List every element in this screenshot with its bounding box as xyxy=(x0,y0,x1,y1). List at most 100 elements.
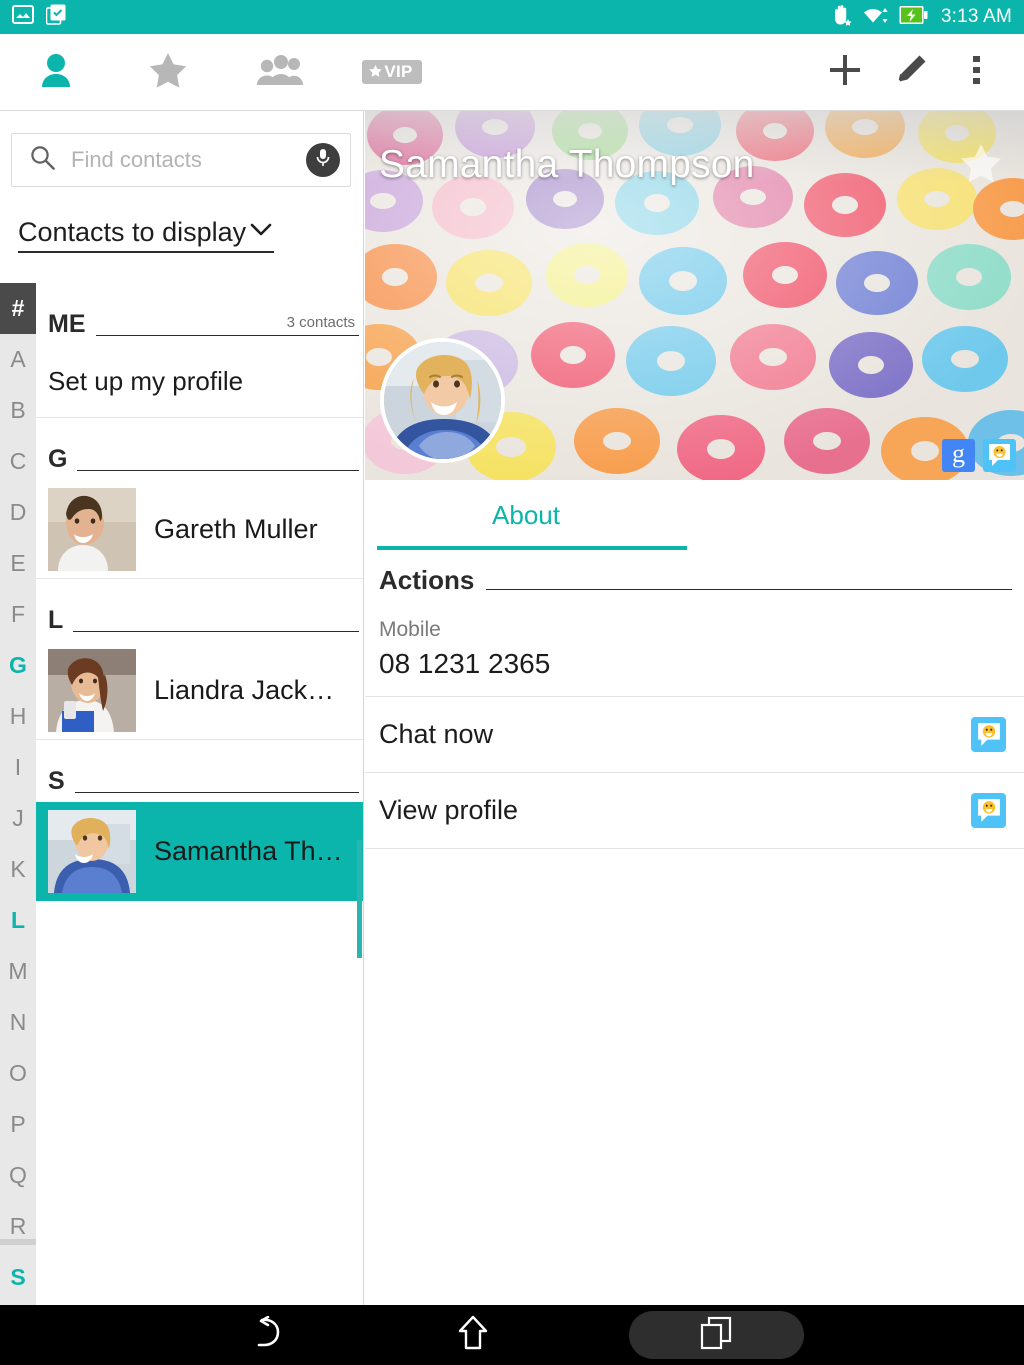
alpha-index-j[interactable]: J xyxy=(0,793,36,844)
contacts-to-display-dropdown[interactable]: Contacts to display xyxy=(18,217,275,253)
status-bar-left-icons xyxy=(12,4,68,30)
alpha-index-l[interactable]: L xyxy=(0,895,36,946)
google-account-badge[interactable]: g xyxy=(942,439,975,472)
section-letter: ME xyxy=(48,310,86,338)
alpha-index-o[interactable]: O xyxy=(0,1048,36,1099)
tab-vip[interactable]: VIP xyxy=(336,34,448,111)
alpha-index-m[interactable]: M xyxy=(0,946,36,997)
alpha-index-c[interactable]: C xyxy=(0,436,36,487)
tab-about[interactable]: About xyxy=(365,480,687,550)
hangouts-icon xyxy=(971,793,1006,828)
hangouts-icon xyxy=(971,717,1006,752)
plus-icon xyxy=(828,53,862,92)
alpha-index-q[interactable]: Q xyxy=(0,1150,36,1201)
alphabet-index[interactable]: # A B C D E F G H I J K L M N O P Q R S xyxy=(0,283,36,1305)
section-letter: G xyxy=(48,445,68,473)
cover-photo[interactable]: Samantha Thompson g xyxy=(365,111,1024,480)
voice-search-button[interactable] xyxy=(306,143,340,177)
alpha-index-i[interactable]: I xyxy=(0,742,36,793)
alpha-index-e[interactable]: E xyxy=(0,538,36,589)
alpha-index-h[interactable]: H xyxy=(0,691,36,742)
edit-button[interactable] xyxy=(878,34,944,111)
recent-apps-icon xyxy=(699,1316,733,1355)
app-bar-tabs: VIP xyxy=(0,34,448,111)
section-rule xyxy=(77,470,359,471)
list-item-contact[interactable]: Gareth Muller xyxy=(36,480,363,579)
actions-section-header: Actions xyxy=(365,552,1024,598)
status-bar-right-icons: 3:13 AM xyxy=(830,4,1012,31)
add-contact-button[interactable] xyxy=(812,34,878,111)
action-view-profile[interactable]: View profile xyxy=(365,773,1024,849)
tab-groups[interactable] xyxy=(224,34,336,111)
nav-home-button[interactable] xyxy=(425,1311,521,1359)
section-header-g: G xyxy=(36,418,363,480)
status-bar: 3:13 AM xyxy=(0,0,1024,34)
action-label: View profile xyxy=(379,795,519,825)
contact-detail-avatar[interactable] xyxy=(380,338,505,463)
alpha-index-f[interactable]: F xyxy=(0,589,36,640)
avatar xyxy=(48,487,136,571)
section-letter: S xyxy=(48,767,65,795)
group-icon xyxy=(257,54,303,91)
alpha-index-n[interactable]: N xyxy=(0,997,36,1048)
nav-back-button[interactable] xyxy=(221,1311,317,1359)
overflow-menu-button[interactable] xyxy=(944,34,1010,111)
alpha-index-d[interactable]: D xyxy=(0,487,36,538)
search-placeholder: Find contacts xyxy=(71,147,202,172)
action-label: Chat now xyxy=(379,719,494,749)
contact-name: Gareth Muller xyxy=(154,513,318,544)
vip-badge-icon: VIP xyxy=(362,60,422,84)
clipboard-check-icon xyxy=(45,4,68,30)
wifi-icon xyxy=(863,4,890,31)
section-rule xyxy=(73,631,359,632)
index-scrollbar[interactable] xyxy=(0,1239,36,1245)
search-icon xyxy=(30,145,55,175)
alpha-index-b[interactable]: B xyxy=(0,385,36,436)
contacts-to-display-label: Contacts to display xyxy=(18,217,247,247)
tab-contacts[interactable] xyxy=(0,34,112,111)
alpha-index-hash[interactable]: # xyxy=(0,283,36,334)
list-scrollbar[interactable] xyxy=(357,840,362,958)
tab-active-underline xyxy=(377,546,687,550)
home-icon xyxy=(456,1315,490,1356)
alpha-index-p[interactable]: P xyxy=(0,1099,36,1150)
more-vertical-icon xyxy=(973,55,981,90)
alpha-index-s[interactable]: S xyxy=(0,1252,36,1303)
section-header-l: L xyxy=(36,579,363,641)
microphone-icon xyxy=(315,148,331,173)
list-item-setup-profile[interactable]: Set up my profile xyxy=(36,345,363,418)
action-chat-now[interactable]: Chat now xyxy=(365,697,1024,773)
contacts-panel: Find contacts Contacts to display # A B xyxy=(0,111,364,1305)
section-title: Actions xyxy=(379,565,475,595)
contact-detail-panel: Samantha Thompson g About Actions Mobile… xyxy=(365,111,1024,1305)
field-label: Mobile xyxy=(379,618,441,641)
account-badges: g xyxy=(942,439,1016,472)
contact-name: Liandra Jack… xyxy=(154,674,335,705)
section-header-s: S xyxy=(36,740,363,802)
nav-recents-button[interactable] xyxy=(628,1311,804,1359)
app-root: 3:13 AM VIP Find contacts Contacts to di… xyxy=(0,0,1024,1365)
tab-favorites[interactable] xyxy=(112,34,224,111)
alpha-index-k[interactable]: K xyxy=(0,844,36,895)
alpha-index-g[interactable]: G xyxy=(0,640,36,691)
field-mobile[interactable]: Mobile 08 1231 2365 xyxy=(365,598,1024,697)
battery-charging-icon xyxy=(899,5,929,30)
status-bar-clock: 3:13 AM xyxy=(940,6,1012,27)
section-rule xyxy=(486,589,1012,590)
vip-label: VIP xyxy=(384,62,413,81)
photo-icon xyxy=(12,5,34,29)
list-item-contact-selected[interactable]: Samantha Th… xyxy=(36,802,363,901)
alpha-index-a[interactable]: A xyxy=(0,334,36,385)
hangouts-account-badge[interactable] xyxy=(983,439,1016,472)
contacts-count: 3 contacts xyxy=(286,314,355,331)
avatar xyxy=(48,648,136,732)
favorite-star-icon[interactable] xyxy=(960,143,1002,188)
contacts-to-display-area: Contacts to display xyxy=(0,187,363,253)
list-item-contact[interactable]: Liandra Jack… xyxy=(36,641,363,740)
field-value: 08 1231 2365 xyxy=(379,648,551,679)
contact-detail-name: Samantha Thompson xyxy=(379,143,755,186)
avatar xyxy=(48,810,136,893)
search-input[interactable]: Find contacts xyxy=(11,133,351,187)
section-letter: L xyxy=(48,606,64,634)
search-area: Find contacts xyxy=(0,111,363,187)
